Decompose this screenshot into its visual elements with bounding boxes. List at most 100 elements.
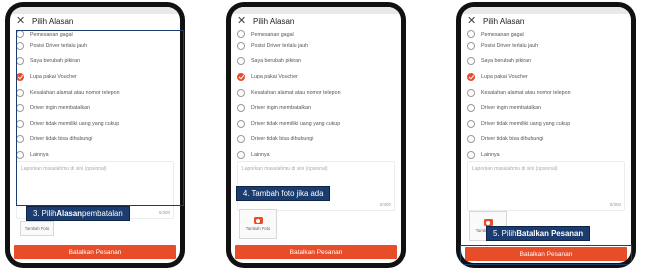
reason-label: Saya berubah pikiran — [481, 58, 532, 65]
textarea-placeholder: Laporkan masalahmu di sini (opsional) — [472, 166, 558, 172]
radio-button[interactable] — [467, 57, 475, 66]
callout-bold-text: Alasan — [56, 209, 82, 218]
radio-button-checked[interactable] — [467, 72, 475, 81]
radio-button[interactable] — [237, 41, 245, 50]
close-icon[interactable]: ✕ — [16, 15, 28, 27]
reason-label: Kesalahan alamat atau nomor telepon — [481, 89, 571, 96]
dialog-header: ✕ Pilih Alasan — [10, 14, 180, 28]
reason-option[interactable]: Saya berubah pikiran — [237, 54, 395, 70]
reason-option[interactable]: Kesalahan alamat atau nomor telepon — [16, 85, 174, 101]
reason-option[interactable]: Driver ingin membatalkan — [16, 100, 174, 116]
radio-button-checked[interactable] — [237, 72, 245, 81]
reason-label: Lupa pakai Voucher — [251, 73, 298, 80]
radio-button[interactable] — [16, 88, 24, 97]
radio-button[interactable] — [237, 119, 245, 128]
screen-3: ✕ Pilih Alasan Pemesanan gagal Posisi Dr… — [461, 7, 631, 263]
radio-button[interactable] — [237, 88, 245, 97]
reason-option-selected[interactable]: Lupa pakai Voucher — [16, 69, 174, 85]
reason-option[interactable]: Kesalahan alamat atau nomor telepon — [467, 85, 625, 101]
add-photo-label: Tambah Foto — [245, 226, 271, 231]
radio-button[interactable] — [237, 135, 245, 144]
phone-screen-2: ✕ Pilih Alasan Pemesanan gagal Posisi Dr… — [226, 2, 406, 268]
radio-button[interactable] — [237, 57, 245, 66]
reason-option-selected[interactable]: Lupa pakai Voucher — [237, 69, 395, 85]
callout-bold-text: Batalkan Pesanan — [516, 229, 584, 238]
reason-option[interactable]: Driver tidak bisa dihubungi — [16, 132, 174, 148]
reason-option[interactable]: Driver tidak memiliki uang yang cukup — [467, 116, 625, 132]
radio-button[interactable] — [237, 30, 245, 38]
reason-label: Driver ingin membatalkan — [481, 105, 542, 112]
reason-label: Pemesanan gagal — [481, 32, 524, 38]
reason-label: Driver tidak memiliki uang yang cukup — [30, 120, 120, 127]
reason-label: Lupa pakai Voucher — [481, 73, 528, 80]
reason-label: Lupa pakai Voucher — [30, 73, 77, 80]
radio-button[interactable] — [467, 30, 475, 38]
reason-label: Pemesanan gagal — [251, 32, 294, 38]
radio-button[interactable] — [16, 135, 24, 144]
callout-step-4: 4. Tambah foto jika ada — [236, 186, 331, 201]
char-counter: 0/300 — [379, 202, 391, 207]
radio-button[interactable] — [467, 135, 475, 144]
reason-option[interactable]: Driver tidak bisa dihubungi — [237, 132, 395, 148]
camera-icon — [483, 219, 493, 226]
reason-list: Pemesanan gagal Posisi Driver terlalu ja… — [467, 30, 625, 163]
reason-option-selected[interactable]: Lupa pakai Voucher — [467, 69, 625, 85]
reason-option[interactable]: Posisi Driver terlalu jauh — [237, 38, 395, 54]
screen-1: ✕ Pilih Alasan Pemesanan gagal Posisi Dr… — [10, 7, 180, 263]
reason-option[interactable]: Driver tidak memiliki uang yang cukup — [237, 116, 395, 132]
add-photo-button[interactable]: Tambah Foto — [239, 209, 277, 239]
radio-button-checked[interactable] — [16, 72, 24, 81]
reason-label: Saya berubah pikiran — [30, 58, 81, 65]
callout-text: 4. Tambah foto jika ada — [243, 189, 324, 198]
radio-button[interactable] — [16, 57, 24, 66]
callout-text: 5. Pilih — [493, 229, 517, 238]
radio-button[interactable] — [16, 104, 24, 113]
reason-option[interactable]: Posisi Driver terlalu jauh — [16, 38, 174, 54]
reason-option[interactable]: Pemesanan gagal — [467, 30, 625, 38]
reason-label: Driver ingin membatalkan — [30, 105, 91, 112]
reason-label: Driver tidak bisa dihubungi — [251, 136, 314, 143]
radio-button[interactable] — [237, 150, 245, 159]
callout-step-5: 5. Pilih Batalkan Pesanan — [486, 226, 591, 241]
reason-label: Driver ingin membatalkan — [251, 105, 312, 112]
reason-option[interactable]: Posisi Driver terlalu jauh — [467, 38, 625, 54]
cancel-order-button[interactable]: Batalkan Pesanan — [235, 245, 397, 259]
reason-list: Pemesanan gagal Posisi Driver terlalu ja… — [237, 30, 395, 163]
radio-button[interactable] — [16, 30, 24, 38]
radio-button[interactable] — [467, 150, 475, 159]
reason-option[interactable]: Driver ingin membatalkan — [467, 100, 625, 116]
reason-option[interactable]: Driver tidak bisa dihubungi — [467, 132, 625, 148]
reason-option[interactable]: Pemesanan gagal — [16, 30, 174, 38]
reason-label: Driver tidak memiliki uang yang cukup — [481, 120, 571, 127]
reason-label: Posisi Driver terlalu jauh — [30, 42, 88, 49]
radio-button[interactable] — [16, 119, 24, 128]
add-photo-button[interactable]: Tambah Foto — [20, 221, 54, 236]
radio-button[interactable] — [16, 41, 24, 50]
reason-option[interactable]: Pemesanan gagal — [237, 30, 395, 38]
textarea-placeholder: Laporkan masalahmu di sini (opsional) — [242, 166, 328, 172]
reason-label: Posisi Driver terlalu jauh — [481, 42, 539, 49]
phone-screen-1: ✕ Pilih Alasan Pemesanan gagal Posisi Dr… — [5, 2, 185, 268]
char-counter: 0/300 — [609, 202, 621, 207]
radio-button[interactable] — [467, 119, 475, 128]
dialog-title: Pilih Alasan — [32, 16, 74, 26]
reason-option[interactable]: Driver tidak memiliki uang yang cukup — [16, 116, 174, 132]
cancel-order-button[interactable]: Batalkan Pesanan — [465, 247, 627, 261]
camera-icon — [253, 217, 263, 224]
reason-option[interactable]: Kesalahan alamat atau nomor telepon — [237, 85, 395, 101]
reason-option[interactable]: Saya berubah pikiran — [16, 54, 174, 70]
reason-option[interactable]: Driver ingin membatalkan — [237, 100, 395, 116]
radio-button[interactable] — [16, 150, 24, 159]
radio-button[interactable] — [467, 41, 475, 50]
close-icon[interactable]: ✕ — [237, 15, 249, 27]
report-textarea[interactable]: Laporkan masalahmu di sini (opsional) 0/… — [467, 161, 625, 211]
cancel-order-button[interactable]: Batalkan Pesanan — [14, 245, 176, 259]
reason-option[interactable]: Saya berubah pikiran — [467, 54, 625, 70]
reason-label: Pemesanan gagal — [30, 32, 73, 38]
add-photo-label: Tambah Foto — [24, 226, 50, 231]
close-icon[interactable]: ✕ — [467, 15, 479, 27]
radio-button[interactable] — [467, 88, 475, 97]
radio-button[interactable] — [237, 104, 245, 113]
status-bar — [10, 7, 180, 14]
radio-button[interactable] — [467, 104, 475, 113]
